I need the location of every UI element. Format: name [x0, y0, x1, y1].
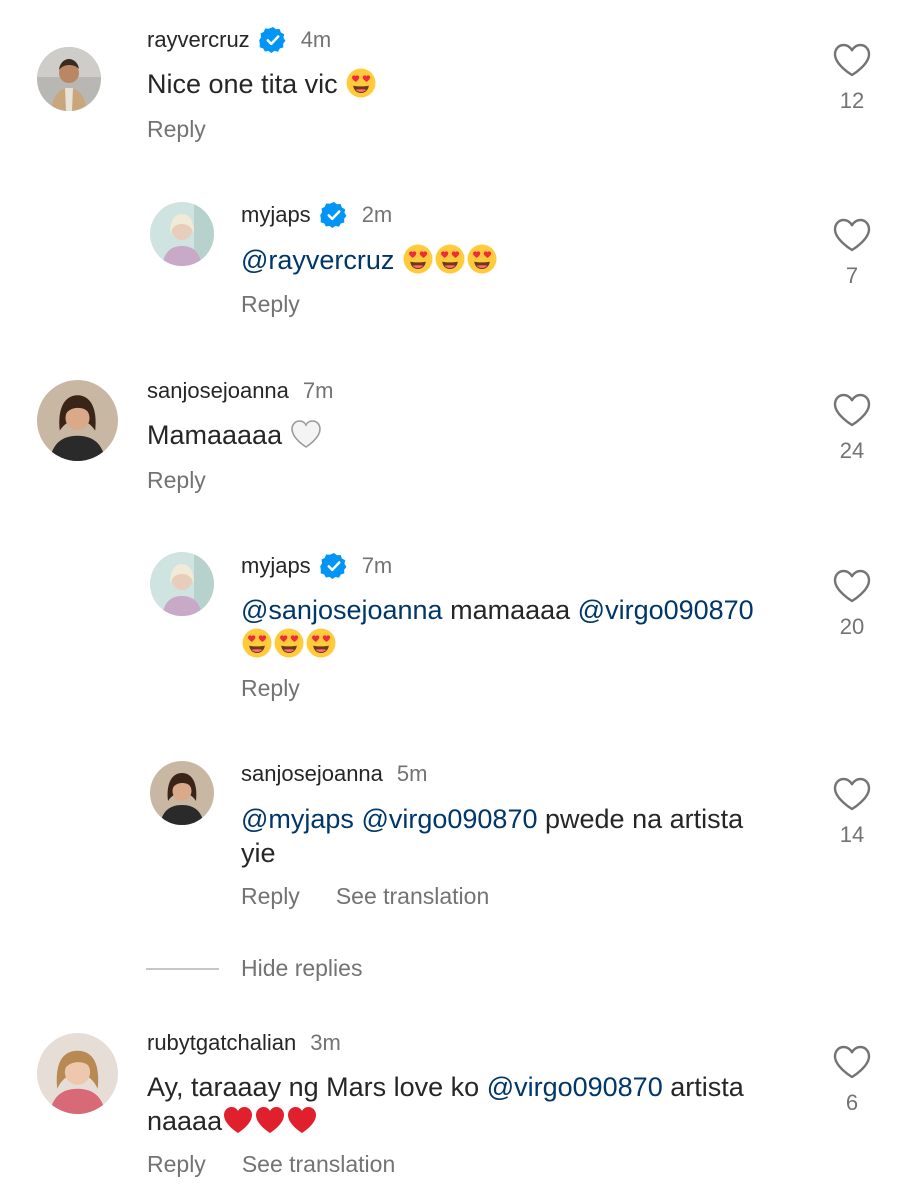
comment-text-content: naaaa — [147, 1106, 223, 1136]
hide-replies-toggle[interactable]: Hide replies — [146, 955, 362, 982]
like-heart-icon[interactable] — [832, 392, 872, 428]
mention-link[interactable]: @virgo090870 — [361, 804, 537, 834]
comment-text-content: Ay, taraaay ng Mars love ko — [147, 1072, 480, 1102]
comment-actions: Reply — [241, 675, 336, 702]
reply-button[interactable]: Reply — [147, 1151, 206, 1178]
username[interactable]: myjaps — [241, 553, 311, 579]
see-translation-button[interactable]: See translation — [242, 1151, 395, 1178]
like-control: 24 — [828, 392, 876, 464]
comment-text-content: Nice one tita vic — [147, 69, 338, 99]
username[interactable]: rubytgatchalian — [147, 1030, 296, 1056]
comment-header: myjaps 2m — [241, 200, 392, 230]
reply-button[interactable]: Reply — [147, 116, 206, 143]
comment-text-content: mamaaaa — [450, 595, 571, 625]
red-heart-emoji-icon — [286, 1104, 318, 1136]
username[interactable]: sanjosejoanna — [241, 761, 383, 787]
comment-text-content: artista — [670, 1072, 744, 1102]
reply-button[interactable]: Reply — [147, 467, 206, 494]
like-control: 12 — [828, 42, 876, 114]
red-heart-emoji-icon — [222, 1104, 254, 1136]
comment-header: sanjosejoanna 7m — [147, 376, 333, 406]
mention-link[interactable]: @rayvercruz — [241, 245, 394, 275]
avatar[interactable] — [37, 1033, 118, 1114]
heart-eyes-emoji-icon — [345, 67, 377, 99]
avatar[interactable] — [37, 47, 101, 111]
mention-link[interactable]: @virgo090870 — [578, 595, 754, 625]
like-control: 14 — [828, 776, 876, 848]
comment-text: @rayvercruz — [241, 243, 498, 277]
red-heart-emoji-icon — [254, 1104, 286, 1136]
username[interactable]: sanjosejoanna — [147, 378, 289, 404]
avatar[interactable] — [150, 761, 214, 825]
hide-replies-label[interactable]: Hide replies — [241, 955, 362, 982]
comment-text: Ay, taraaay ng Mars love ko @virgo090870… — [147, 1070, 744, 1138]
like-count[interactable]: 24 — [828, 438, 876, 464]
comment-header: sanjosejoanna 5m — [241, 759, 427, 789]
like-count[interactable]: 12 — [828, 88, 876, 114]
timestamp: 5m — [396, 761, 428, 786]
reply-button[interactable]: Reply — [241, 883, 300, 910]
mention-link[interactable]: @sanjosejoanna — [241, 595, 443, 625]
avatar[interactable] — [150, 552, 214, 616]
comment-actions: Reply See translation — [241, 883, 525, 910]
like-heart-icon[interactable] — [832, 42, 872, 78]
heart-eyes-emoji-icon — [466, 243, 498, 275]
comment-text: @myjaps @virgo090870 pwede na artista yi… — [241, 802, 743, 870]
verified-badge-icon — [320, 552, 348, 580]
comment-actions: Reply — [147, 116, 242, 143]
heart-eyes-emoji-icon — [434, 243, 466, 275]
like-count[interactable]: 20 — [828, 614, 876, 640]
comment-header: rubytgatchalian 3m — [147, 1028, 341, 1058]
like-control: 6 — [828, 1044, 876, 1116]
mention-link[interactable]: @myjaps — [241, 804, 354, 834]
comment-text: @sanjosejoanna mamaaaa @virgo090870 — [241, 593, 754, 661]
username[interactable]: rayvercruz — [147, 27, 250, 53]
heart-eyes-emoji-icon — [241, 627, 273, 659]
like-heart-icon[interactable] — [832, 568, 872, 604]
avatar[interactable] — [37, 380, 118, 461]
like-control: 7 — [828, 217, 876, 289]
timestamp: 3m — [310, 1030, 341, 1055]
heart-eyes-emoji-icon — [273, 627, 305, 659]
like-heart-icon[interactable] — [832, 217, 872, 253]
comment-header: rayvercruz 4m — [147, 25, 331, 55]
comment-text-content: Mamaaaaa — [147, 420, 283, 450]
timestamp: 4m — [300, 27, 332, 52]
timestamp: 2m — [361, 202, 393, 227]
reply-button[interactable]: Reply — [241, 675, 300, 702]
heart-eyes-emoji-icon — [305, 627, 337, 659]
comment-actions: Reply — [241, 291, 336, 318]
timestamp: 7m — [361, 553, 393, 578]
comment-header: myjaps 7m — [241, 551, 392, 581]
divider — [146, 967, 219, 970]
comment-text: Nice one tita vic — [147, 67, 377, 101]
like-count[interactable]: 7 — [828, 263, 876, 289]
comment-actions: Reply See translation — [147, 1151, 431, 1178]
like-heart-icon[interactable] — [832, 776, 872, 812]
like-count[interactable]: 6 — [828, 1090, 876, 1116]
see-translation-button[interactable]: See translation — [336, 883, 489, 910]
verified-badge-icon — [320, 201, 348, 229]
comment-text-content: yie — [241, 838, 276, 868]
comment-text-content: pwede na artista — [545, 804, 744, 834]
like-count[interactable]: 14 — [828, 822, 876, 848]
timestamp: 7m — [302, 378, 334, 403]
comment-text: Mamaaaaa — [147, 418, 322, 452]
comment-actions: Reply — [147, 467, 242, 494]
mention-link[interactable]: @virgo090870 — [487, 1072, 663, 1102]
like-heart-icon[interactable] — [832, 1044, 872, 1080]
username[interactable]: myjaps — [241, 202, 311, 228]
verified-badge-icon — [259, 26, 287, 54]
heart-eyes-emoji-icon — [402, 243, 434, 275]
reply-button[interactable]: Reply — [241, 291, 300, 318]
white-heart-emoji-icon — [290, 418, 322, 450]
avatar[interactable] — [150, 202, 214, 266]
like-control: 20 — [828, 568, 876, 640]
